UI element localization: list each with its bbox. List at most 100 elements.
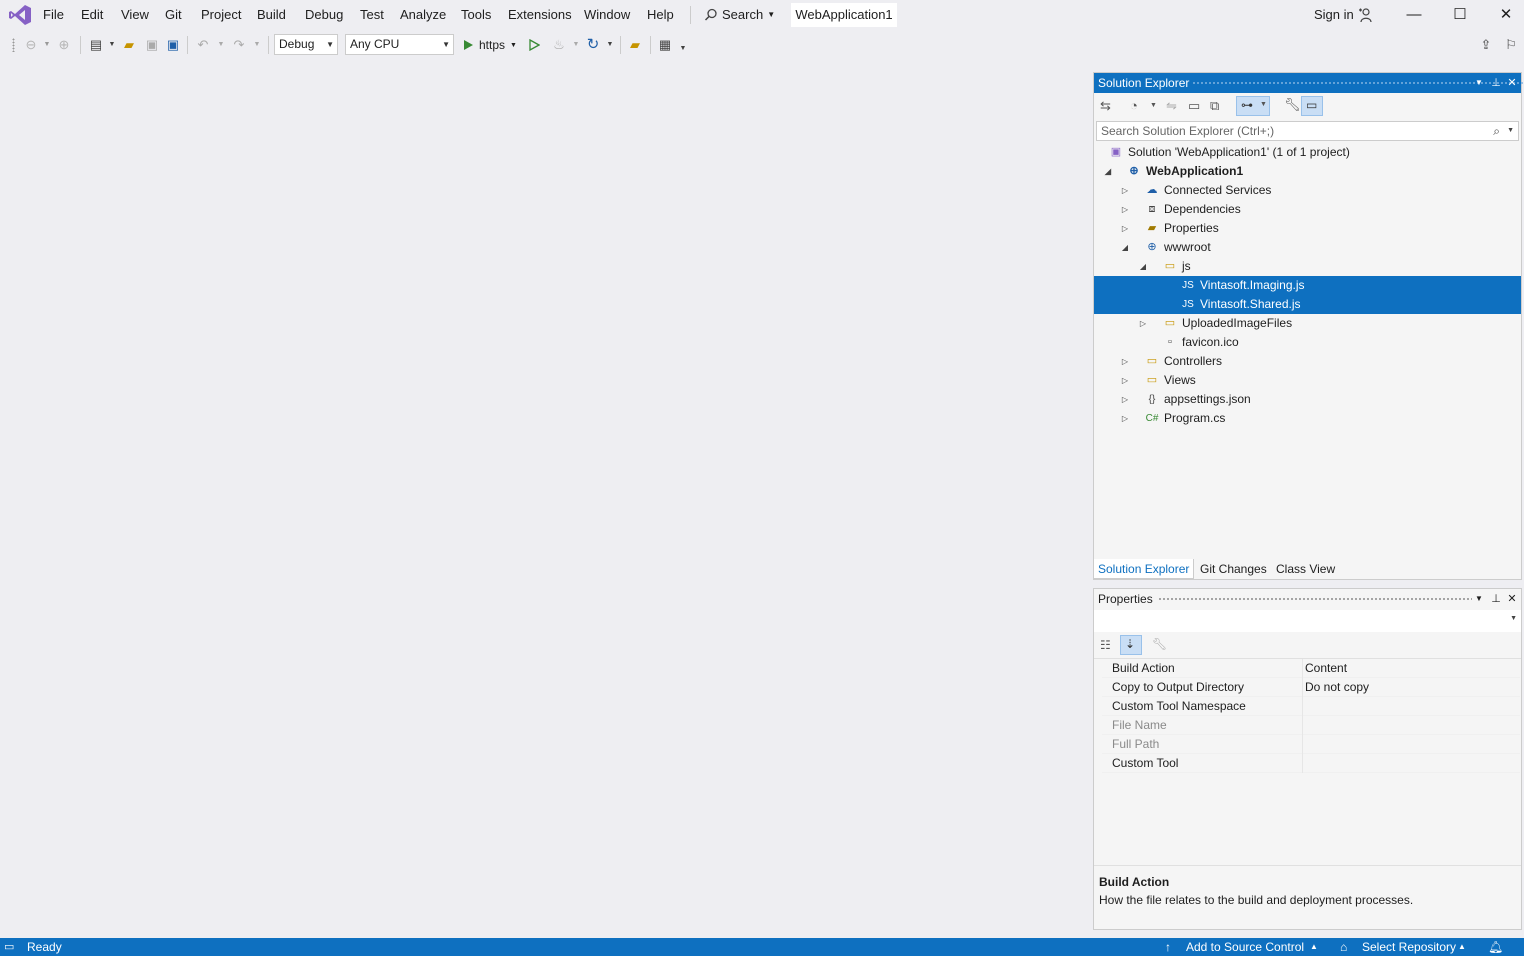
expand-arrow-icon[interactable]: ▷ [1119, 181, 1131, 200]
object-selector[interactable]: ▼ [1094, 610, 1521, 632]
property-value[interactable]: Content [1305, 659, 1347, 678]
start-without-debugging-icon[interactable] [528, 39, 540, 51]
close-panel-icon[interactable]: ✕ [1504, 73, 1520, 93]
property-row[interactable]: Build Action Content [1102, 659, 1520, 678]
sign-in-link[interactable]: Sign in [1314, 7, 1354, 22]
account-icon[interactable] [1357, 7, 1373, 23]
redo-dropdown-icon[interactable]: ▼ [248, 36, 266, 54]
property-pages-icon[interactable]: 🔧︎ [1152, 637, 1167, 651]
expand-arrow-icon[interactable]: ▷ [1119, 371, 1131, 390]
pin-icon[interactable]: ⊥ [1488, 589, 1504, 609]
live-share-icon[interactable]: ⇪ [1477, 36, 1495, 54]
tree-item-controllers[interactable]: ▷ ▭ Controllers [1094, 352, 1521, 371]
tree-item-properties[interactable]: ▷ ▰ Properties [1094, 219, 1521, 238]
property-row[interactable]: Copy to Output Directory Do not copy [1102, 678, 1520, 697]
notifications-bell-icon[interactable]: 🔔︎ [1488, 938, 1503, 956]
add-to-source-control-button[interactable]: Add to Source Control [1186, 938, 1304, 956]
collapse-all-icon[interactable]: ▭ [1188, 98, 1200, 114]
property-value[interactable]: Do not copy [1305, 678, 1369, 697]
redo-icon[interactable]: ↷ [230, 36, 248, 54]
property-row[interactable]: Custom Tool [1102, 754, 1520, 773]
minimize-button[interactable]: — [1399, 4, 1429, 26]
solution-explorer-search-input[interactable]: Search Solution Explorer (Ctrl+;) ⌕ ▼ [1096, 121, 1519, 141]
preview-selected-items-button[interactable]: ▭ [1301, 96, 1323, 116]
close-window-button[interactable]: ✕ [1491, 4, 1521, 26]
maximize-button[interactable]: ☐ [1445, 4, 1475, 26]
expand-arrow-icon[interactable]: ▷ [1137, 314, 1149, 333]
expand-arrow-icon[interactable]: ▷ [1119, 352, 1131, 371]
collapse-arrow-icon[interactable]: ◢ [1119, 238, 1131, 257]
expand-arrow-icon[interactable]: ▷ [1119, 219, 1131, 238]
property-row[interactable]: File Name [1102, 716, 1520, 735]
output-window-icon[interactable]: ▭ [4, 938, 14, 956]
toolbar-grip[interactable] [12, 38, 15, 52]
search-options-icon[interactable]: ▼ [1507, 122, 1514, 140]
tab-solution-explorer[interactable]: Solution Explorer [1093, 559, 1195, 579]
menu-project[interactable]: Project [201, 7, 241, 22]
navigate-forward-icon[interactable]: ⊕ [55, 36, 73, 54]
tree-item-uploaded-image-files[interactable]: ▷ ▭ UploadedImageFiles [1094, 314, 1521, 333]
layout-icon[interactable]: ▦ [656, 36, 674, 54]
open-folder-icon[interactable]: ▰ [120, 36, 138, 54]
collapse-arrow-icon[interactable]: ◢ [1137, 257, 1149, 276]
menu-build[interactable]: Build [257, 7, 286, 22]
show-hierarchy-button[interactable]: ⊶ ▼ [1236, 96, 1270, 116]
pin-icon[interactable]: ⊥ [1488, 73, 1504, 93]
tree-item-vintasoft-shared-js[interactable]: JS Vintasoft.Shared.js [1094, 295, 1521, 314]
expand-arrow-icon[interactable]: ▷ [1119, 200, 1131, 219]
new-dropdown-icon[interactable]: ▼ [103, 36, 121, 54]
start-debugging-button[interactable]: https ▼ [462, 36, 517, 54]
menu-debug[interactable]: Debug [305, 7, 343, 22]
toolbar-options-icon[interactable]: ▼ [674, 40, 692, 58]
panel-options-icon[interactable]: ▼ [1471, 73, 1487, 93]
tree-item-program-cs[interactable]: ▷ C# Program.cs [1094, 409, 1521, 428]
select-repository-button[interactable]: Select Repository [1362, 938, 1456, 956]
tab-git-changes[interactable]: Git Changes [1196, 559, 1271, 579]
undo-dropdown-icon[interactable]: ▼ [212, 36, 230, 54]
refresh-icon[interactable]: ↻ [584, 36, 602, 54]
panel-options-icon[interactable]: ▼ [1471, 589, 1487, 609]
hot-reload-dropdown-icon[interactable]: ▼ [567, 36, 585, 54]
property-row[interactable]: Full Path [1102, 735, 1520, 754]
menu-analyze[interactable]: Analyze [400, 7, 446, 22]
pending-changes-filter-icon[interactable]: ◔ [1130, 98, 1138, 113]
tree-item-favicon[interactable]: ▫ favicon.ico [1094, 333, 1521, 352]
feedback-icon[interactable]: ⚐ [1502, 36, 1520, 54]
properties-wrench-icon[interactable]: 🔧︎ [1284, 97, 1301, 113]
undo-icon[interactable]: ↶ [194, 36, 212, 54]
menu-extensions[interactable]: Extensions [508, 7, 572, 22]
back-dropdown-icon[interactable]: ▼ [38, 36, 56, 54]
tree-item-connected-services[interactable]: ▷ ☁ Connected Services [1094, 181, 1521, 200]
property-row[interactable]: Custom Tool Namespace [1102, 697, 1520, 716]
menu-tools[interactable]: Tools [461, 7, 491, 22]
menu-window[interactable]: Window [584, 7, 630, 22]
close-panel-icon[interactable]: ✕ [1504, 589, 1520, 609]
menu-file[interactable]: File [43, 7, 64, 22]
tree-item-dependencies[interactable]: ▷ ⧈ Dependencies [1094, 200, 1521, 219]
hot-reload-icon[interactable]: ♨ [550, 36, 568, 54]
categorized-icon[interactable]: ☷ [1100, 638, 1111, 652]
tree-item-project[interactable]: ◢ ⊕ WebApplication1 [1094, 162, 1521, 181]
tree-item-vintasoft-imaging-js[interactable]: JS Vintasoft.Imaging.js [1094, 276, 1521, 295]
tree-item-wwwroot[interactable]: ◢ ⊕ wwwroot [1094, 238, 1521, 257]
refresh-dropdown-icon[interactable]: ▼ [601, 36, 619, 54]
switch-views-icon[interactable]: ⇆ [1100, 98, 1111, 114]
solution-configuration-select[interactable]: Debug ▼ [274, 34, 338, 55]
save-all-icon[interactable]: ▣ [164, 36, 182, 54]
tree-item-views[interactable]: ▷ ▭ Views [1094, 371, 1521, 390]
menu-view[interactable]: View [121, 7, 149, 22]
alphabetical-button[interactable]: ⇣ [1120, 635, 1142, 655]
search-button[interactable]: Search ▼ [704, 7, 775, 22]
show-all-files-icon[interactable]: ⧉ [1210, 98, 1219, 114]
browse-folder-icon[interactable]: ▰ [626, 36, 644, 54]
tree-item-appsettings[interactable]: ▷ {} appsettings.json [1094, 390, 1521, 409]
tab-class-view[interactable]: Class View [1272, 559, 1339, 579]
save-icon[interactable]: ▣ [143, 36, 161, 54]
collapse-arrow-icon[interactable]: ◢ [1102, 162, 1114, 181]
sync-active-document-icon[interactable]: ⇋ [1166, 98, 1177, 114]
expand-arrow-icon[interactable]: ▷ [1119, 409, 1131, 428]
menu-help[interactable]: Help [647, 7, 674, 22]
menu-test[interactable]: Test [360, 7, 384, 22]
solution-platform-select[interactable]: Any CPU ▼ [345, 34, 454, 55]
menu-git[interactable]: Git [165, 7, 182, 22]
